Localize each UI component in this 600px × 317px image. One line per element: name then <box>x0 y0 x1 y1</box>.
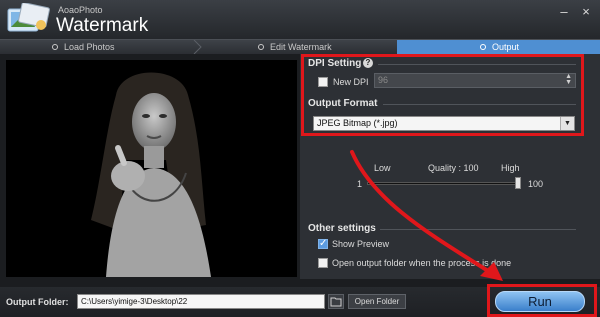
step-bar: Load Photos Edit Watermark Output <box>0 39 600 54</box>
show-preview-label: Show Preview <box>332 239 390 249</box>
folder-browse-icon[interactable] <box>328 294 344 309</box>
section-divider <box>380 229 576 230</box>
quality-high-label: High <box>501 163 520 173</box>
app-brand: AoaoPhoto <box>58 5 103 15</box>
quality-max-label: 100 <box>528 179 544 189</box>
annotation-box-settings <box>301 54 584 136</box>
annotation-box-run <box>487 284 597 317</box>
output-folder-path-input[interactable]: C:\Users\yimige-3\Desktop\22 <box>77 294 325 309</box>
photo-preview <box>6 60 297 277</box>
quality-slider-track[interactable] <box>367 182 521 185</box>
open-folder-when-done-checkbox[interactable] <box>318 258 328 268</box>
open-folder-button[interactable]: Open Folder <box>348 294 406 309</box>
step-edit-watermark[interactable]: Edit Watermark <box>200 40 397 54</box>
minimize-button[interactable]: – <box>555 4 573 20</box>
quality-min-label: 1 <box>357 179 363 189</box>
close-button[interactable]: × <box>577 4 595 20</box>
step-dot-icon <box>258 44 264 50</box>
output-folder-label: Output Folder: <box>6 297 69 307</box>
step-dot-icon <box>52 44 58 50</box>
title-bar: AoaoPhoto Watermark – × <box>0 0 600 39</box>
show-preview-checkbox[interactable] <box>318 238 328 249</box>
portrait-photo <box>6 60 297 277</box>
quality-slider-thumb[interactable] <box>515 177 521 189</box>
quality-low-label: Low <box>374 163 391 173</box>
other-settings-title: Other settings <box>308 223 376 234</box>
step-label: Load Photos <box>64 42 115 52</box>
step-label: Output <box>492 42 520 52</box>
app-title: Watermark <box>56 15 149 36</box>
step-dot-icon <box>480 44 486 50</box>
open-folder-when-done-label: Open output folder when the process is d… <box>332 258 512 268</box>
app-logo-icon <box>7 3 50 32</box>
step-label: Edit Watermark <box>270 42 332 52</box>
step-load-photos[interactable]: Load Photos <box>0 40 200 54</box>
step-output[interactable]: Output <box>397 40 600 54</box>
quality-value-label: Quality : 100 <box>428 163 479 173</box>
